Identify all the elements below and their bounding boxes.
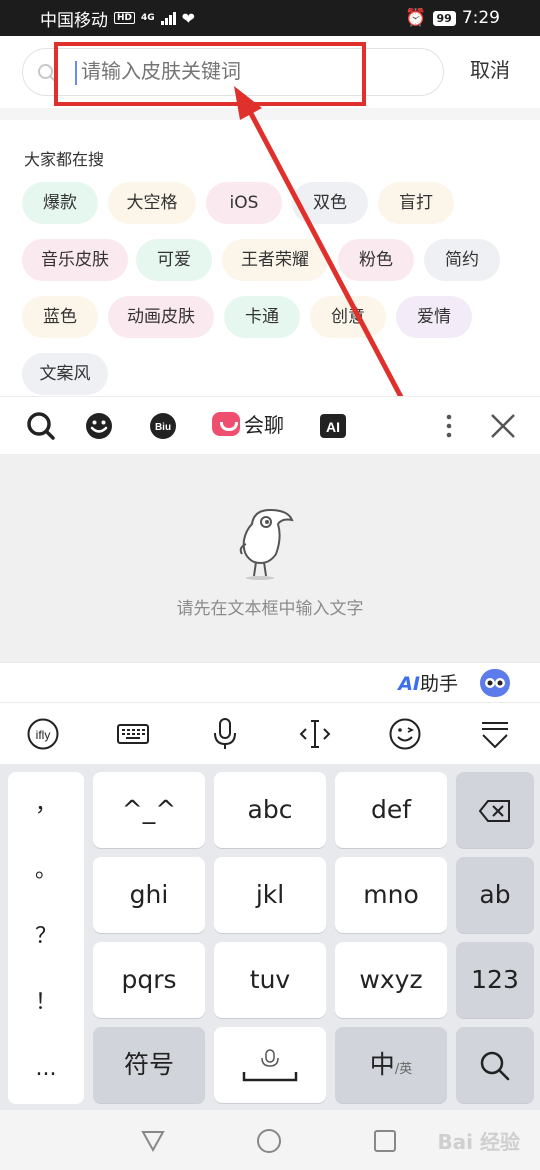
key-emoticon[interactable]: ^_^ — [93, 772, 205, 848]
more-icon[interactable] — [434, 411, 464, 441]
search-key[interactable] — [456, 1027, 534, 1103]
huiliao-icon — [212, 411, 240, 436]
key-tuv[interactable]: tuv — [214, 942, 326, 1018]
space-voice-icon — [242, 1049, 298, 1082]
punctuation-column: ， 。 ？ ！ ... — [8, 772, 84, 1104]
bird-mascot-icon — [239, 508, 294, 580]
punctuation-key[interactable]: ， — [8, 772, 84, 838]
key-pqrs[interactable]: pqrs — [93, 942, 205, 1018]
ai-icon[interactable]: AI — [318, 411, 348, 441]
backspace-key[interactable] — [456, 772, 534, 848]
home-icon[interactable] — [256, 1128, 282, 1154]
cursor-move-icon[interactable] — [298, 717, 332, 751]
punctuation-key[interactable]: 。 — [8, 838, 84, 904]
punctuation-key[interactable]: ！ — [8, 970, 84, 1036]
suggestion-panel: 请先在文本框中输入文字 — [0, 454, 540, 662]
huiliao-label: 会聊 — [244, 413, 284, 437]
ai-icon-text: AI — [326, 419, 340, 435]
key-ghi[interactable]: ghi — [93, 857, 205, 933]
svg-text:ifly: ifly — [36, 728, 51, 742]
key-numbers[interactable]: 123 — [456, 942, 534, 1018]
recents-icon[interactable] — [372, 1128, 398, 1154]
key-language-en: /英 — [394, 1062, 413, 1077]
ai-assistant-bar[interactable]: AI助手 — [0, 662, 540, 702]
svg-text:Biu: Biu — [155, 422, 171, 433]
ifly-logo-icon[interactable]: ifly — [26, 717, 60, 751]
back-icon[interactable] — [140, 1128, 166, 1154]
keyboard: ， 。 ？ ！ ... ^_^ abc def ghi jkl mno ab p… — [0, 764, 540, 1110]
backspace-icon — [478, 800, 510, 822]
key-wxyz[interactable]: wxyz — [335, 942, 447, 1018]
system-nav-bar: Bai 经验 — [0, 1110, 540, 1170]
key-letters-toggle[interactable]: ab — [456, 857, 534, 933]
huiliao-button[interactable]: 会聊 — [212, 409, 284, 438]
search-icon[interactable] — [26, 411, 56, 441]
microphone-icon[interactable] — [208, 717, 242, 751]
punctuation-key[interactable]: ... — [8, 1036, 84, 1102]
ai-assistant-label: AI助手 — [398, 673, 458, 695]
keyboard-function-row: ifly — [0, 702, 540, 764]
key-def[interactable]: def — [335, 772, 447, 848]
search-icon — [480, 1051, 510, 1081]
hide-keyboard-icon[interactable] — [478, 717, 512, 751]
key-symbols[interactable]: 符号 — [93, 1027, 205, 1103]
key-jkl[interactable]: jkl — [214, 857, 326, 933]
emoticon-icon[interactable] — [388, 717, 422, 751]
ai-avatar-icon[interactable] — [480, 669, 510, 697]
emoji-icon[interactable] — [84, 411, 114, 441]
biu-icon[interactable]: Biu — [148, 411, 178, 441]
empty-hint-text: 请先在文本框中输入文字 — [176, 599, 364, 619]
punctuation-key[interactable]: ？ — [8, 904, 84, 970]
key-language[interactable]: 中/英 — [335, 1027, 447, 1103]
keyboard-toolbar: Biu 会聊 AI — [0, 396, 540, 454]
key-language-zh: 中 — [369, 1050, 395, 1079]
keyboard-icon[interactable] — [116, 717, 150, 751]
space-key[interactable] — [214, 1027, 326, 1103]
watermark: Bai 经验 — [437, 1130, 520, 1154]
close-icon[interactable] — [488, 411, 518, 441]
key-mno[interactable]: mno — [335, 857, 447, 933]
key-abc[interactable]: abc — [214, 772, 326, 848]
